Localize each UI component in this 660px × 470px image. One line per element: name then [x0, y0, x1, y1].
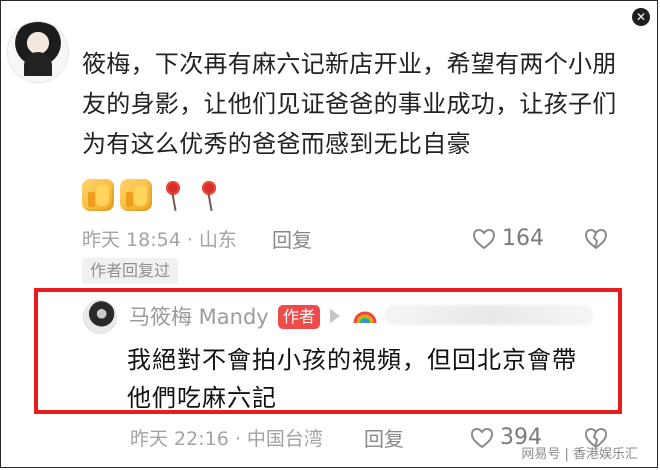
reply-author-name[interactable]: 马筱梅 Mandy — [129, 304, 269, 330]
reply-reply-button[interactable]: 回复 — [364, 427, 404, 451]
broken-heart-icon[interactable] — [584, 228, 608, 250]
author-avatar[interactable] — [84, 301, 116, 333]
author-replied-tag: 作者回复过 — [82, 258, 179, 284]
emoji-row — [82, 177, 224, 213]
commenter-avatar[interactable] — [8, 22, 68, 82]
thumbs-up-icon — [120, 179, 152, 211]
blurred-mention — [384, 305, 594, 325]
reply-arrow-icon — [330, 309, 340, 323]
comment-reply-button[interactable]: 回复 — [272, 228, 312, 252]
rose-icon — [194, 177, 224, 213]
broken-heart-icon[interactable] — [584, 427, 608, 449]
watermark: 网易号 | 香港娱乐汇 — [521, 447, 638, 462]
author-badge: 作者 — [278, 305, 320, 329]
thumbs-up-icon — [82, 179, 114, 211]
reply-text: 我絕對不會拍小孩的視頻，但回北京會帶他們吃麻六記 — [127, 346, 577, 412]
heart-icon[interactable] — [472, 228, 496, 250]
comment-like-count: 164 — [502, 226, 544, 251]
comment-meta: 昨天 18:54 · 山东 — [82, 229, 237, 251]
rose-icon — [158, 177, 188, 213]
heart-icon[interactable] — [470, 427, 494, 449]
rainbow-icon — [351, 301, 379, 329]
comment-text: 筱梅，下次再有麻六记新店开业，希望有两个小朋友的身影，让他们见证爸爸的事业成功，… — [82, 50, 617, 158]
close-icon[interactable]: ✕ — [632, 8, 650, 26]
reply-meta: 昨天 22:16 · 中国台湾 — [130, 428, 323, 450]
